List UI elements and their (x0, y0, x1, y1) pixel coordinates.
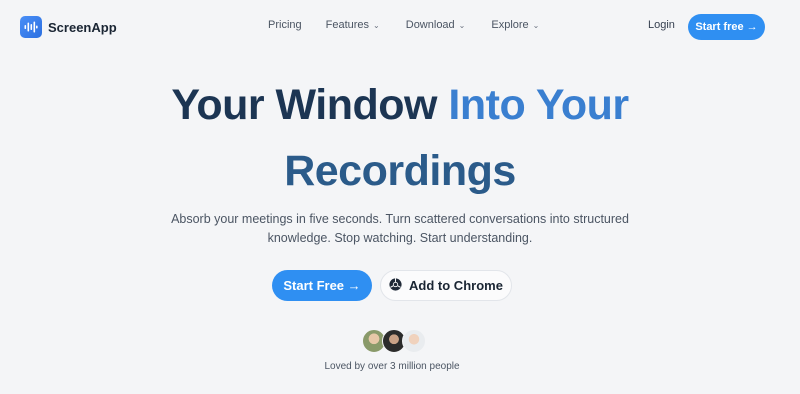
hero-subtitle: Absorb your meetings in five seconds. Tu… (171, 212, 629, 245)
hero-title-part: Into Your (448, 81, 629, 129)
avatar (402, 329, 426, 353)
logo-link[interactable]: ScreenApp (20, 16, 117, 38)
login-link[interactable]: Login (648, 19, 675, 31)
hero-title-line-1: Your Window Into Your (0, 81, 800, 130)
add-to-chrome-button[interactable]: Add to Chrome (380, 270, 512, 301)
nav-item-features[interactable]: Features ⌄ (326, 19, 380, 31)
hero-title-part: Your Window (171, 81, 449, 129)
add-to-chrome-label: Add to Chrome (409, 278, 503, 293)
nav-item-pricing[interactable]: Pricing (268, 19, 302, 31)
main-menu: Pricing Features ⌄ Download ⌄ Explore ⌄ (268, 19, 539, 31)
nav-item-label: Pricing (268, 19, 302, 31)
hero-title-line-2: Recordings (284, 147, 516, 195)
nav-item-label: Explore (491, 19, 529, 31)
start-free-nav-button[interactable]: Start free → (688, 14, 765, 40)
nav-item-download[interactable]: Download ⌄ (406, 19, 466, 31)
nav-item-label: Download (405, 19, 455, 31)
chevron-down-icon: ⌄ (373, 21, 380, 30)
audio-wave-icon (20, 16, 42, 38)
nav-item-label: Features (325, 19, 370, 31)
start-free-button[interactable]: Start Free → (272, 270, 372, 301)
chevron-down-icon: ⌄ (532, 21, 540, 30)
chrome-icon (389, 277, 402, 294)
brand-name: ScreenApp (48, 19, 117, 35)
top-navigation: ScreenApp Pricing Features ⌄ Download ⌄ … (0, 0, 800, 54)
nav-item-explore[interactable]: Explore ⌄ (491, 19, 539, 31)
chevron-down-icon: ⌄ (458, 21, 466, 30)
user-avatars (362, 329, 426, 353)
social-proof-text: Loved by over 3 million people (324, 361, 460, 372)
